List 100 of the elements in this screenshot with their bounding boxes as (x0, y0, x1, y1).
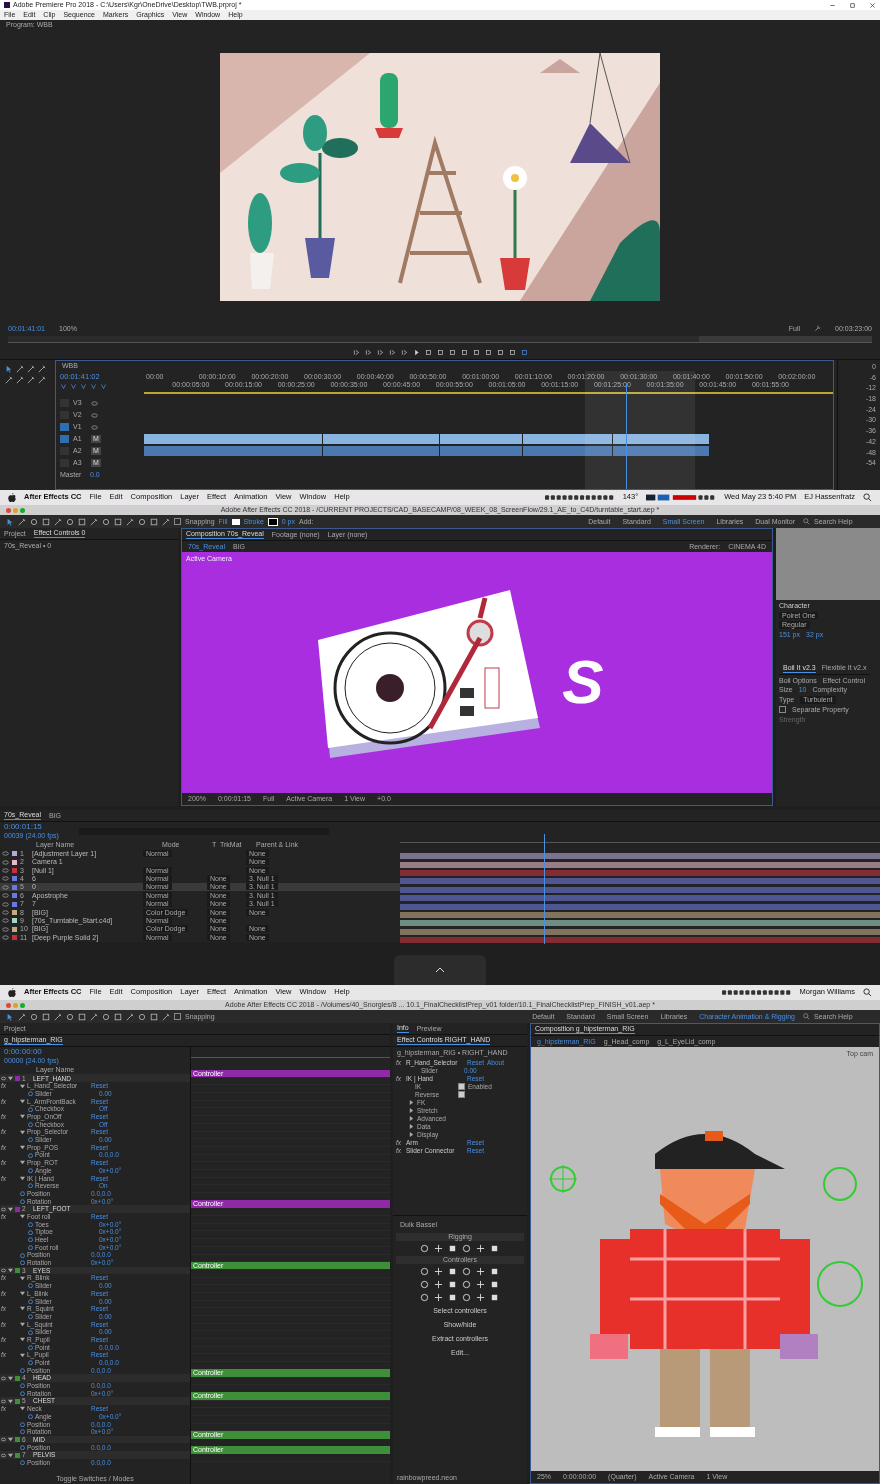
audio-clip[interactable] (144, 446, 322, 456)
stroke-swatch[interactable] (267, 517, 278, 526)
search-icon[interactable] (863, 988, 872, 997)
expand-triangle-icon[interactable] (20, 1406, 25, 1412)
tool-icon[interactable] (126, 1012, 134, 1021)
tool-icon[interactable] (16, 376, 24, 384)
layer-duration-bar[interactable] (400, 878, 880, 885)
expand-triangle-icon[interactable] (8, 1206, 13, 1212)
rigging-tool-icon[interactable] (434, 1279, 443, 1289)
expand-triangle-icon[interactable] (8, 1437, 13, 1443)
label-color-swatch[interactable] (12, 926, 17, 932)
stopwatch-icon[interactable] (28, 1137, 33, 1143)
tool-icon[interactable] (90, 517, 98, 526)
eye-icon[interactable] (1, 1206, 6, 1212)
layer-duration-bar[interactable] (400, 928, 880, 935)
label-color-swatch[interactable] (12, 893, 17, 899)
expand-triangle-icon[interactable] (8, 1268, 13, 1273)
tool-icon[interactable] (6, 517, 14, 526)
maximize-icon[interactable] (849, 1, 856, 9)
stopwatch-icon[interactable] (28, 1344, 33, 1350)
expand-triangle-icon[interactable] (8, 1375, 13, 1381)
expand-triangle-icon[interactable] (8, 1398, 13, 1404)
timecode-text[interactable]: 0:00:00:00 (4, 1048, 59, 1057)
eye-icon[interactable] (1, 1398, 6, 1404)
wrench-icon[interactable] (814, 325, 821, 332)
label-color-swatch[interactable] (15, 1437, 20, 1443)
tool-icon[interactable] (38, 365, 46, 373)
label-color-swatch[interactable] (12, 909, 17, 915)
playback-control-icon[interactable] (352, 348, 360, 356)
expand-triangle-icon[interactable] (20, 1306, 25, 1312)
checkbox[interactable] (458, 1083, 465, 1091)
rigging-tool-icon[interactable] (476, 1244, 485, 1254)
checkbox[interactable] (779, 706, 786, 714)
expand-triangle-icon[interactable] (20, 1145, 25, 1150)
fill-swatch[interactable] (231, 518, 240, 525)
label-color-swatch[interactable] (15, 1452, 20, 1458)
rigging-tool-icon[interactable] (434, 1292, 443, 1302)
expand-triangle-icon[interactable] (20, 1275, 25, 1281)
expand-triangle-icon[interactable] (20, 1337, 25, 1343)
expand-triangle-icon[interactable] (20, 1129, 25, 1135)
tool-icon[interactable] (5, 365, 13, 373)
rigging-tool-icon[interactable] (420, 1244, 429, 1254)
label-color-swatch[interactable] (12, 867, 17, 873)
layer-duration-bar[interactable] (400, 920, 880, 927)
window-controls-icon[interactable] (6, 507, 25, 513)
layer-duration-bar[interactable] (400, 886, 880, 893)
eye-icon[interactable] (1, 1437, 6, 1443)
video-clip[interactable] (523, 434, 613, 444)
expand-triangle-icon[interactable] (20, 1083, 25, 1089)
label-color-swatch[interactable] (15, 1375, 20, 1381)
stopwatch-icon[interactable] (28, 1152, 33, 1158)
expand-triangle-icon[interactable] (20, 1291, 25, 1297)
tool-icon[interactable] (18, 1012, 26, 1021)
rigging-tool-icon[interactable] (434, 1266, 443, 1276)
video-clip[interactable] (322, 434, 440, 444)
tool-icon[interactable] (16, 365, 24, 373)
track-target-toggle[interactable] (60, 423, 69, 432)
expand-triangle-icon[interactable] (20, 1098, 25, 1104)
checkbox[interactable] (458, 1091, 465, 1099)
label-color-swatch[interactable] (15, 1398, 20, 1404)
tool-icon[interactable] (18, 517, 26, 526)
tool-icon[interactable] (6, 1012, 14, 1021)
layer-duration-bar[interactable] (400, 903, 880, 910)
tool-icon[interactable] (54, 1012, 62, 1021)
stopwatch-icon[interactable] (28, 1106, 33, 1112)
label-color-swatch[interactable] (15, 1206, 20, 1212)
label-color-swatch[interactable] (15, 1075, 20, 1081)
label-color-swatch[interactable] (12, 876, 17, 882)
tool-icon[interactable] (27, 365, 35, 373)
rigging-tool-icon[interactable] (490, 1244, 499, 1254)
tool-icon[interactable] (162, 517, 170, 526)
window-controls-icon[interactable] (6, 1002, 25, 1008)
tool-icon[interactable] (162, 1012, 170, 1021)
track-target-toggle[interactable] (60, 435, 69, 444)
tool-icon[interactable] (38, 376, 46, 384)
label-color-swatch[interactable] (12, 859, 17, 865)
tool-icon[interactable] (90, 1012, 98, 1021)
stopwatch-icon[interactable] (28, 1314, 33, 1320)
apple-logo-icon[interactable] (8, 988, 16, 997)
label-color-swatch[interactable] (12, 851, 17, 857)
tool-icon[interactable] (54, 517, 62, 526)
eye-icon[interactable] (1, 1452, 6, 1458)
playback-control-icon[interactable] (388, 348, 396, 356)
playback-control-icon[interactable] (364, 348, 372, 356)
rigging-tool-icon[interactable] (476, 1292, 485, 1302)
layer-duration-bar[interactable] (400, 895, 880, 902)
rigging-tool-icon[interactable] (434, 1244, 443, 1254)
eye-icon[interactable] (1, 1375, 6, 1381)
eye-icon[interactable] (1, 1075, 6, 1081)
video-clip[interactable] (613, 434, 709, 444)
stopwatch-icon[interactable] (28, 1168, 33, 1174)
audio-clip[interactable] (440, 446, 523, 456)
stopwatch-icon[interactable] (28, 1329, 33, 1335)
stopwatch-icon[interactable] (28, 1121, 33, 1127)
close-icon[interactable] (869, 1, 876, 9)
timecode-text[interactable]: 0:00:01:15 (4, 823, 59, 832)
video-clip[interactable] (440, 434, 523, 444)
label-color-swatch[interactable] (12, 901, 17, 907)
tool-icon[interactable] (126, 517, 134, 526)
label-color-swatch[interactable] (15, 1268, 20, 1273)
